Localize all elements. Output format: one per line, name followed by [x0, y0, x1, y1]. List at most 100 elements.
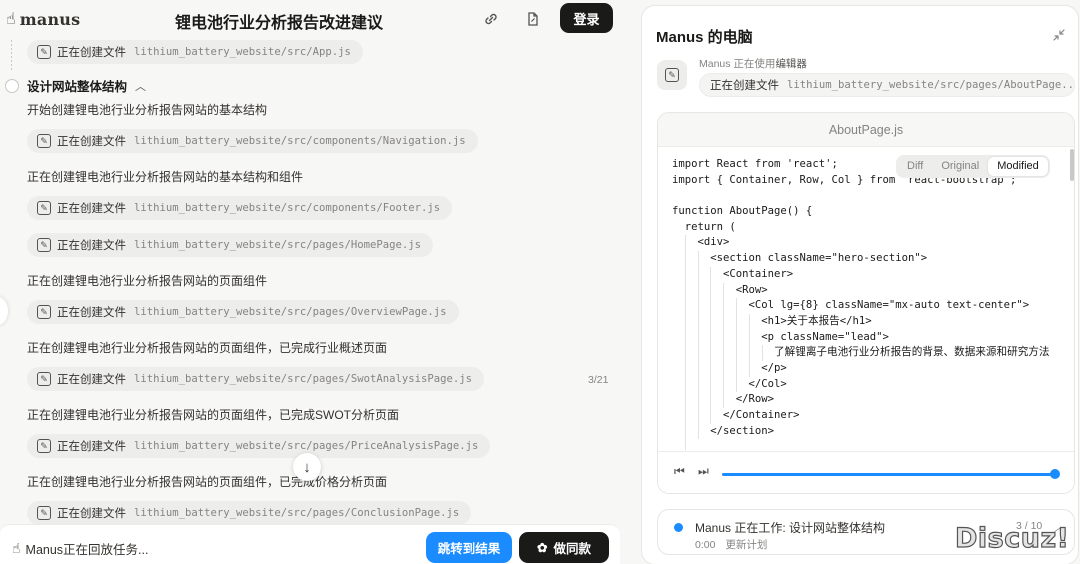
code-line: <Col lg={8} className="mx-auto text-cent… — [672, 298, 1074, 314]
tab-diff[interactable]: Diff — [898, 157, 932, 176]
chip-path: lithium_battery_website/src/pages/PriceA… — [134, 440, 479, 452]
file-chip[interactable]: ✎ 正在创建文件 lithium_battery_website/src/pag… — [27, 300, 459, 324]
plan-label: 更新计划 — [725, 539, 768, 551]
code-line: <h1>关于本报告</h1> — [672, 313, 1074, 330]
edit-icon: ✎ — [37, 439, 51, 453]
chip-verb: 正在创建文件 — [710, 80, 779, 92]
step-counter: 3/21 — [588, 374, 609, 386]
file-chip[interactable]: ✎ 正在创建文件 lithium_battery_website/src/pag… — [27, 501, 472, 524]
file-chip[interactable]: ✎ 正在创建文件 lithium_battery_website/src/pag… — [27, 233, 434, 257]
chip-path: lithium_battery_website/src/App.js — [134, 46, 351, 58]
logo[interactable]: ☝ manus — [6, 9, 80, 29]
arrow-down-icon[interactable]: ↓ — [293, 453, 321, 481]
collapse-icon[interactable] — [1052, 28, 1066, 45]
chip-path: lithium_battery_website/src/pages/Overvi… — [134, 306, 447, 318]
edit-icon: ✎ — [37, 372, 51, 386]
code-line: 了解锂离子电池行业分析报告的背景、数据来源和研究方法 — [672, 345, 1074, 361]
skip-forward-icon[interactable]: ⏭ — [698, 464, 709, 479]
lotus-icon: ✿ — [537, 541, 548, 555]
editor-filename: AboutPage.js — [658, 113, 1074, 147]
chip-verb: 正在创建文件 — [57, 374, 126, 386]
playback-bar: ⏮ ⏭ — [658, 451, 1074, 493]
jump-to-result-button[interactable]: 跳转到结果 — [426, 532, 512, 563]
code-line: </Col> — [672, 376, 1074, 393]
computer-panel: Manus 的电脑 ✎ Manus 正在使用编辑器 正在创建文件 lithium… — [641, 5, 1079, 564]
file-chip[interactable]: ✎ 正在创建文件 lithium_battery_website/src/pag… — [27, 367, 485, 391]
code-line: <Row> — [672, 282, 1074, 299]
editor-scrollbar[interactable] — [1070, 149, 1074, 181]
chip-path: lithium_battery_website/src/pages/SwotAn… — [134, 373, 473, 385]
edit-icon: ✎ — [37, 201, 51, 215]
login-button[interactable]: 登录 — [560, 3, 613, 33]
replay-text: Manus正在回放任务... — [25, 543, 149, 557]
section-header[interactable]: 设计网站整体结构 ︿ — [5, 76, 146, 95]
tab-modified[interactable]: Modified — [988, 157, 1048, 176]
file-chip[interactable]: ✎ 正在创建文件 lithium_battery_website/src/pag… — [27, 434, 491, 458]
task-feed: ✎ 正在创建文件 lithium_battery_website/src/App… — [0, 40, 630, 524]
chip-path: lithium_battery_website/src/components/F… — [134, 202, 441, 214]
chip-path: lithium_battery_website/src/components/N… — [134, 135, 466, 147]
code-line: <div> — [672, 235, 1074, 252]
edit-icon: ✎ — [37, 134, 51, 148]
code-line: <Container> — [672, 266, 1074, 283]
edit-icon: ✎ — [37, 45, 51, 59]
playback-progress — [722, 473, 1055, 476]
current-action-chip: 正在创建文件 lithium_battery_website/src/pages… — [699, 73, 1075, 97]
playback-handle[interactable] — [1050, 469, 1060, 479]
section-label: 设计网站整体结构 — [27, 80, 128, 94]
edit-icon: ✎ — [37, 305, 51, 319]
edit-icon: ✎ — [37, 506, 51, 520]
code-line: </section> — [672, 423, 1074, 440]
code-line: </p> — [672, 360, 1074, 377]
chip-verb: 正在创建文件 — [57, 240, 126, 252]
step-text: 正在创建锂电池行业分析报告网站的页面组件，已完成行业概述页面 — [27, 341, 388, 355]
file-chip[interactable]: ✎ 正在创建文件 lithium_battery_website/src/App… — [27, 40, 363, 64]
using-prefix: Manus 正在使用 — [699, 58, 776, 70]
make-same-label: 做同款 — [553, 542, 591, 556]
page-title: 锂电池行业分析报告改进建议 — [175, 15, 384, 32]
chip-verb: 正在创建文件 — [57, 307, 126, 319]
link-icon[interactable] — [480, 8, 502, 30]
step-text: 正在创建锂电池行业分析报告网站的页面组件，已完成价格分析页面 — [27, 475, 388, 489]
code-editor: AboutPage.js import React from 'react'; i… — [657, 112, 1075, 494]
code-line: function AboutPage() { — [672, 205, 813, 218]
playback-track[interactable] — [722, 473, 1055, 476]
file-chip[interactable]: ✎ 正在创建文件 lithium_battery_website/src/com… — [27, 196, 453, 220]
timeline-line — [11, 40, 12, 70]
file-share-icon[interactable] — [522, 8, 544, 30]
tab-original[interactable]: Original — [932, 157, 988, 176]
status-text: Manus 正在工作: 设计网站整体结构 — [695, 521, 886, 535]
step-text: 正在创建锂电池行业分析报告网站的基本结构和组件 — [27, 170, 304, 184]
chat-pane: ☝ manus 锂电池行业分析报告改进建议 登录 ✎ 正在创建文件 lithiu… — [0, 0, 630, 564]
step-text: 开始创建锂电池行业分析报告网站的基本结构 — [27, 103, 268, 117]
code-area[interactable]: import React from 'react'; import { Conta… — [658, 147, 1074, 450]
file-chip[interactable]: ✎ 正在创建文件 lithium_battery_website/src/com… — [27, 129, 478, 153]
replay-status: ☝ Manus正在回放任务... — [12, 539, 148, 558]
skip-back-icon[interactable]: ⏮ — [674, 464, 685, 479]
tool-using-text: Manus 正在使用编辑器 — [699, 56, 807, 71]
chip-verb: 正在创建文件 — [57, 441, 126, 453]
chevron-up-icon[interactable]: ︿ — [135, 78, 146, 94]
chip-verb: 正在创建文件 — [57, 136, 126, 148]
editor-tool-icon: ✎ — [657, 60, 687, 90]
hand-logo-icon: ☝ — [12, 540, 21, 556]
code-line: </Container> — [672, 408, 1074, 424]
chip-verb: 正在创建文件 — [57, 203, 126, 215]
panel-title: Manus 的电脑 — [656, 29, 753, 46]
step-status-icon — [5, 78, 19, 93]
hand-logo-icon: ☝ — [6, 11, 16, 28]
chip-path: lithium_battery_website/src/pages/HomePa… — [134, 239, 422, 251]
status-dot — [674, 523, 683, 532]
status-time: 0:00 更新计划 — [695, 537, 767, 552]
step-text: 正在创建锂电池行业分析报告网站的页面组件，已完成SWOT分析页面 — [27, 408, 399, 422]
view-mode-switch: Diff Original Modified — [896, 155, 1050, 178]
watermark: Discuz! — [954, 522, 1070, 554]
code-line: </Row> — [672, 392, 1074, 408]
chip-path: lithium_battery_website/src/pages/AboutP… — [787, 79, 1075, 91]
edit-icon: ✎ — [37, 238, 51, 252]
code-line: <section className="hero-section"> — [672, 251, 1074, 267]
make-same-button[interactable]: ✿ 做同款 — [519, 532, 609, 563]
chip-path: lithium_battery_website/src/pages/Conclu… — [134, 507, 460, 519]
top-bar: ☝ manus 锂电池行业分析报告改进建议 登录 — [0, 0, 630, 40]
